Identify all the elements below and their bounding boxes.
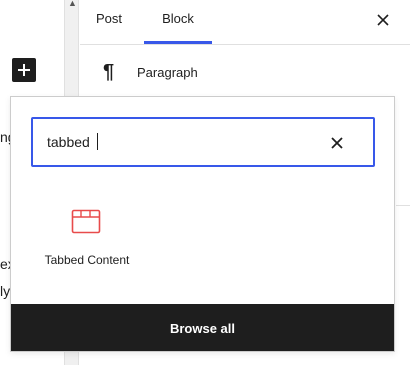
block-result-tabbed-content[interactable]: Tabbed Content	[31, 201, 143, 281]
block-card: ¶ Paragraph	[80, 44, 410, 99]
block-result-label: Tabbed Content	[44, 253, 130, 267]
tab-post[interactable]: Post	[96, 0, 122, 44]
block-inserter-popover: Tabbed Content Browse all	[10, 96, 395, 352]
search-input[interactable]	[47, 132, 307, 152]
clear-search-button[interactable]	[327, 133, 347, 153]
canvas-text-fragment: ly	[0, 283, 11, 299]
close-icon	[331, 137, 343, 149]
panel-divider	[396, 205, 410, 206]
add-block-button[interactable]	[12, 58, 36, 82]
scroll-up-arrow-icon[interactable]: ▲	[68, 0, 77, 8]
plus-icon	[18, 64, 30, 76]
block-search-field[interactable]	[31, 117, 375, 167]
tabbed-content-icon	[71, 209, 101, 234]
text-caret	[97, 133, 98, 150]
tab-block[interactable]: Block	[144, 0, 212, 44]
close-icon	[377, 14, 389, 26]
sidebar-tabs: Post Block	[80, 0, 410, 45]
paragraph-icon: ¶	[103, 61, 115, 83]
close-sidebar-button[interactable]	[372, 9, 394, 31]
block-card-title: Paragraph	[137, 65, 198, 80]
browse-all-button[interactable]: Browse all	[11, 304, 394, 351]
